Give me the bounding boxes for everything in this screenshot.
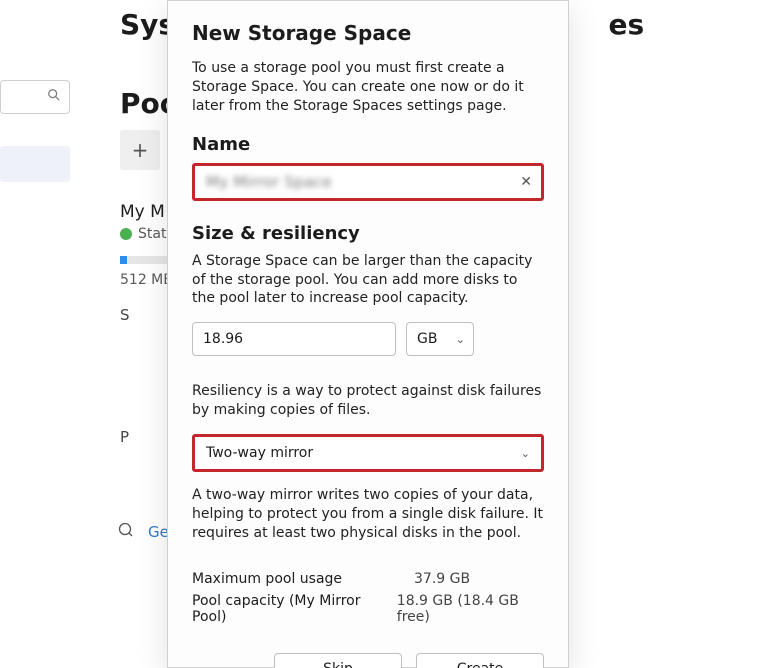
status-ok-icon xyxy=(120,228,132,240)
pool-capacity-value: 18.9 GB (18.4 GB free) xyxy=(397,593,544,625)
plus-icon: + xyxy=(132,138,149,162)
resiliency-field-highlight: Two-way mirror ⌄ xyxy=(192,434,544,472)
add-button[interactable]: + xyxy=(120,130,160,170)
max-usage-label: Maximum pool usage xyxy=(192,571,414,587)
dialog-intro: To use a storage pool you must first cre… xyxy=(192,59,544,116)
skip-button[interactable]: Skip xyxy=(274,653,402,668)
chevron-down-icon: ⌄ xyxy=(521,447,530,460)
resiliency-desc: Resiliency is a way to protect against d… xyxy=(192,382,544,420)
nav-strip xyxy=(0,80,70,182)
resiliency-explain: A two-way mirror writes two copies of yo… xyxy=(192,486,544,543)
search-icon xyxy=(47,88,61,106)
size-input[interactable]: 18.96 xyxy=(192,322,396,356)
pool-stats: Maximum pool usage 37.9 GB Pool capacity… xyxy=(192,571,544,625)
help-link[interactable]: Ge xyxy=(118,522,169,542)
pool-capacity-label: Pool capacity (My Mirror Pool) xyxy=(192,593,397,625)
dialog-title: New Storage Space xyxy=(192,21,544,45)
clear-name-icon[interactable]: ✕ xyxy=(520,174,532,190)
size-desc: A Storage Space can be larger than the c… xyxy=(192,252,544,309)
size-heading: Size & resiliency xyxy=(192,223,544,244)
page-title-right: es xyxy=(608,8,644,41)
size-unit-select[interactable]: GB ⌄ xyxy=(406,322,474,356)
search-box[interactable] xyxy=(0,80,70,114)
create-button[interactable]: Create xyxy=(416,653,544,668)
name-field-highlight: My Mirror Space ✕ xyxy=(192,163,544,201)
size-value: 18.96 xyxy=(203,331,243,347)
new-storage-space-dialog: New Storage Space To use a storage pool … xyxy=(167,0,569,668)
name-value: My Mirror Space xyxy=(206,173,332,191)
name-input[interactable]: My Mirror Space ✕ xyxy=(196,167,540,197)
chat-icon xyxy=(118,522,134,542)
nav-item-active[interactable] xyxy=(0,146,70,182)
skip-label: Skip xyxy=(323,661,353,668)
create-label: Create xyxy=(457,661,504,668)
max-usage-value: 37.9 GB xyxy=(414,571,470,587)
resiliency-value: Two-way mirror xyxy=(206,445,313,461)
chevron-down-icon: ⌄ xyxy=(456,333,465,346)
resiliency-select[interactable]: Two-way mirror ⌄ xyxy=(196,438,540,468)
name-heading: Name xyxy=(192,134,544,155)
usage-bar xyxy=(120,256,168,264)
help-text: Ge xyxy=(148,523,169,541)
size-unit-value: GB xyxy=(417,331,437,347)
